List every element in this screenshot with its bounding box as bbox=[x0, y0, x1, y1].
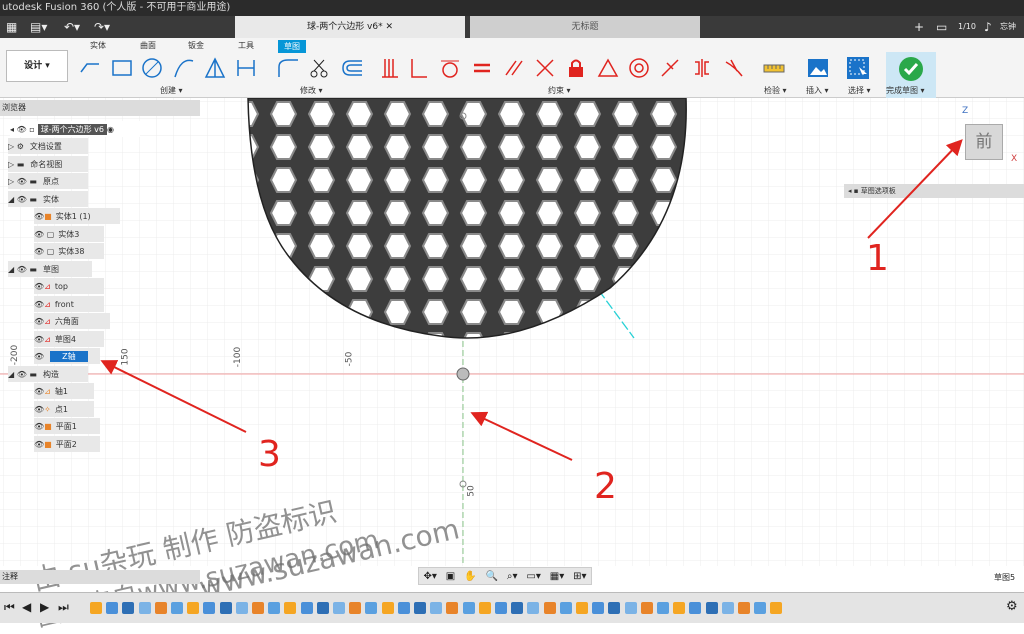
timeline-feature[interactable] bbox=[462, 602, 475, 614]
timeline-feature[interactable] bbox=[187, 602, 200, 614]
timeline-feature[interactable] bbox=[90, 602, 102, 614]
timeline-feature[interactable] bbox=[689, 602, 702, 614]
timeline-play-icon[interactable]: ▶ bbox=[40, 600, 49, 614]
timeline-feature[interactable] bbox=[559, 602, 572, 614]
timeline-feature[interactable] bbox=[333, 602, 345, 614]
timeline-feature[interactable] bbox=[511, 602, 524, 614]
annotation-number-2: 2 bbox=[594, 466, 617, 507]
timeline-feature[interactable] bbox=[414, 602, 426, 614]
timeline-feature[interactable] bbox=[543, 602, 556, 614]
timeline-feature[interactable] bbox=[268, 602, 281, 614]
timeline-feature[interactable] bbox=[624, 602, 637, 614]
annotation-number-1: 1 bbox=[866, 238, 889, 279]
timeline-feature[interactable] bbox=[754, 602, 767, 614]
timeline-feature[interactable] bbox=[154, 602, 167, 614]
navigation-bar: ✥▾ ▣ ✋ 🔍 ⌕▾ ▭▾ ▦▾ ⊞▾ bbox=[418, 567, 592, 585]
timeline-feature[interactable] bbox=[770, 602, 783, 614]
timeline-feature[interactable] bbox=[365, 602, 378, 614]
sketch-name: 草图5 bbox=[994, 573, 1016, 582]
timeline-feature[interactable] bbox=[495, 602, 507, 614]
fit-icon[interactable]: ⌕▾ bbox=[507, 571, 518, 582]
timeline-settings-icon[interactable]: ⚙ bbox=[1006, 599, 1018, 614]
timeline-feature[interactable] bbox=[430, 602, 443, 614]
timeline-feature[interactable] bbox=[576, 602, 588, 614]
timeline-feature[interactable] bbox=[705, 602, 718, 614]
annotation-arrows bbox=[100, 139, 963, 461]
timeline-feature[interactable] bbox=[252, 602, 264, 614]
timeline-feature[interactable] bbox=[657, 602, 669, 614]
timeline-feature[interactable] bbox=[381, 602, 394, 614]
grid-settings-icon[interactable]: ▦▾ bbox=[550, 571, 564, 582]
timeline-feature[interactable] bbox=[171, 602, 183, 614]
timeline-feature[interactable] bbox=[284, 602, 297, 614]
zoom-icon[interactable]: 🔍 bbox=[485, 571, 497, 582]
timeline-feature[interactable] bbox=[349, 602, 362, 614]
timeline-feature[interactable] bbox=[138, 602, 151, 614]
orbit-icon[interactable]: ✥▾ bbox=[423, 571, 436, 582]
timeline-feature[interactable] bbox=[592, 602, 605, 614]
timeline-feature[interactable] bbox=[300, 602, 313, 614]
timeline-feature[interactable] bbox=[316, 602, 329, 614]
comments-panel[interactable]: 注释 bbox=[0, 570, 200, 584]
timeline-feature[interactable] bbox=[219, 602, 232, 614]
timeline-feature[interactable] bbox=[235, 602, 248, 614]
timeline-feature[interactable] bbox=[446, 602, 459, 614]
pan-icon[interactable]: ✋ bbox=[464, 571, 476, 582]
timeline-feature[interactable] bbox=[738, 602, 750, 614]
timeline-feature[interactable] bbox=[640, 602, 653, 614]
timeline-feature[interactable] bbox=[673, 602, 686, 614]
timeline-feature[interactable] bbox=[397, 602, 410, 614]
timeline-feature[interactable] bbox=[203, 602, 216, 614]
timeline-prev-icon[interactable]: ◀ bbox=[22, 600, 31, 614]
timeline-feature[interactable] bbox=[721, 602, 734, 614]
timeline-feature[interactable] bbox=[527, 602, 540, 614]
timeline-feature[interactable] bbox=[478, 602, 491, 614]
timeline-feature[interactable] bbox=[106, 602, 119, 614]
display-settings-icon[interactable]: ▭▾ bbox=[526, 571, 540, 582]
timeline-feature[interactable] bbox=[122, 602, 135, 614]
annotation-number-3: 3 bbox=[258, 434, 281, 475]
timeline: ⏮ ◀ ▶ ⏭ ⚙ bbox=[0, 592, 1024, 623]
look-at-icon[interactable]: ▣ bbox=[446, 571, 455, 582]
timeline-feature[interactable] bbox=[608, 602, 621, 614]
viewports-icon[interactable]: ⊞▾ bbox=[573, 571, 586, 582]
timeline-start-icon[interactable]: ⏮ bbox=[4, 600, 15, 615]
timeline-end-icon[interactable]: ⏭ bbox=[58, 600, 69, 615]
